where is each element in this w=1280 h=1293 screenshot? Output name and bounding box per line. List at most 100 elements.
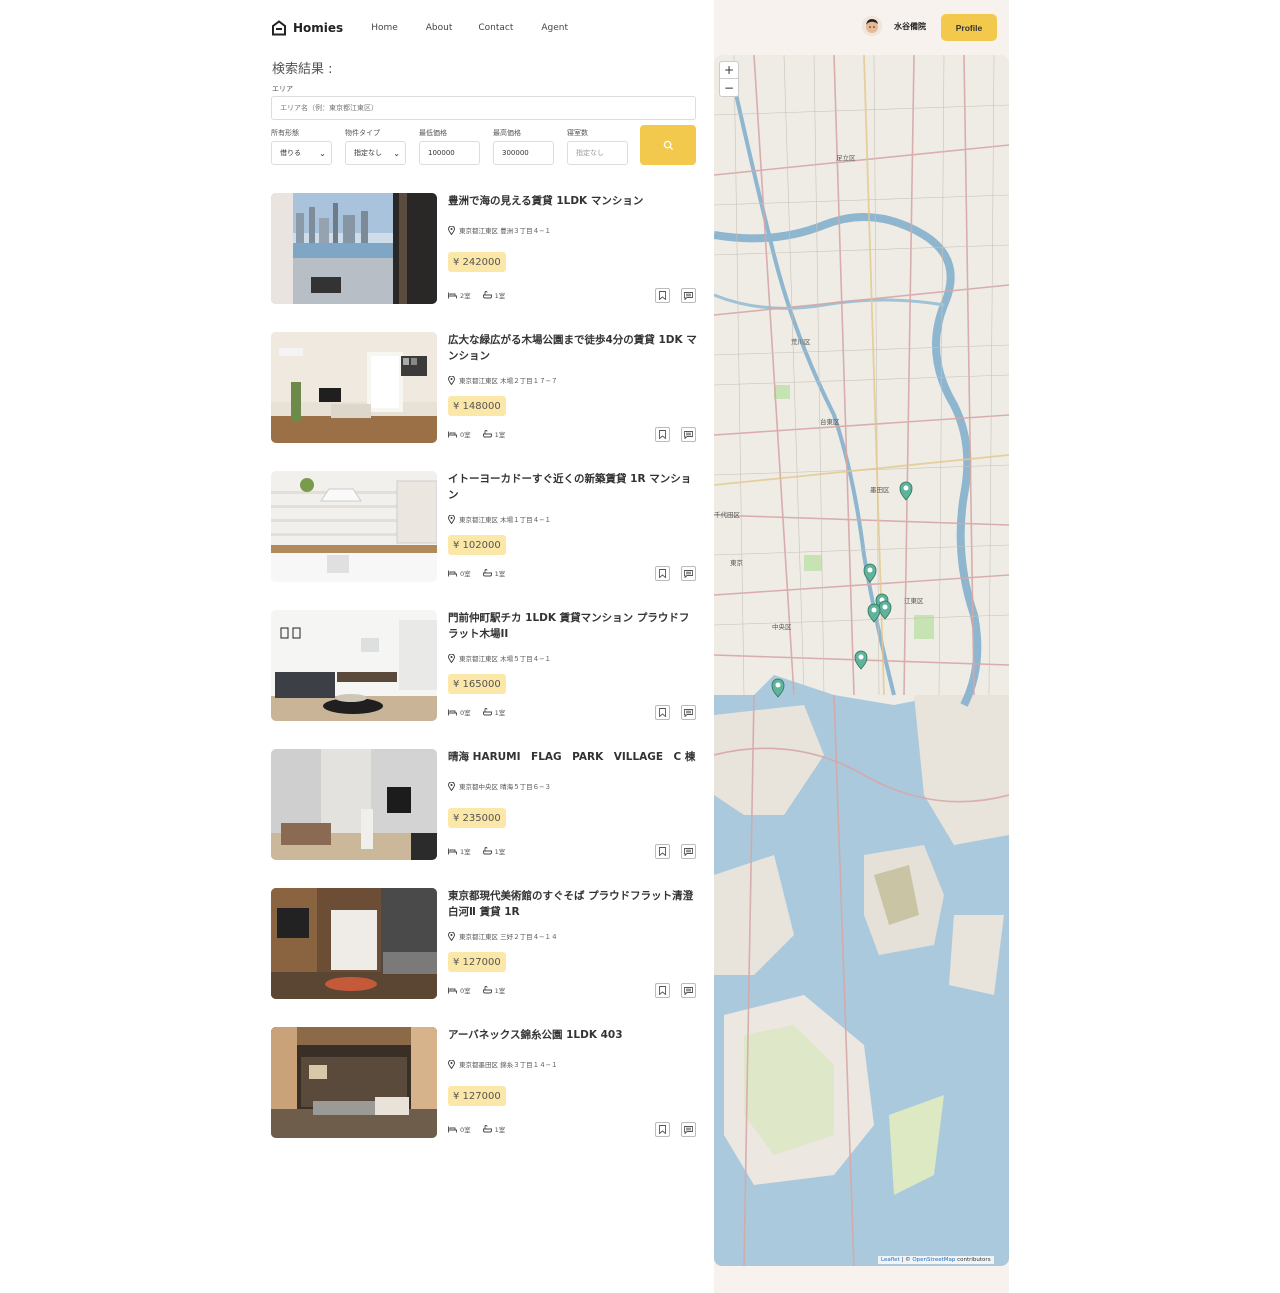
area-input[interactable] <box>271 96 696 120</box>
bed-icon <box>448 431 457 437</box>
user-info[interactable]: 水谷備院 <box>862 16 926 36</box>
listing-card[interactable]: 豊洲で海の見える賃貸 1LDK マンション 東京都江東区 豊洲３丁目４−１ ¥ … <box>271 193 696 332</box>
max-price-input[interactable]: 300000 <box>493 141 554 165</box>
ownership-filter: 所有形態 借りる ⌄ <box>271 128 332 165</box>
zoom-in-button[interactable]: + <box>720 62 738 79</box>
ownership-select[interactable]: 借りる ⌄ <box>271 141 332 165</box>
bathtub-icon <box>482 847 492 855</box>
listing-title[interactable]: イトーヨーカドーすぐ近くの新築賃貸 1R マンション <box>448 471 698 503</box>
listing-meta: 0室 1室 <box>448 429 505 439</box>
listing-card[interactable]: 門前仲町駅チカ 1LDK 賃貸マンション プラウドフラット木場II 東京都江東区… <box>271 610 696 749</box>
listing-card[interactable]: 晴海 HARUMI FLAG PARK VILLAGE C 棟 東京都中央区 晴… <box>271 749 696 888</box>
min-price-input[interactable]: 100000 <box>419 141 480 165</box>
listing-title[interactable]: アーバネックス錦糸公園 1LDK 403 <box>448 1027 698 1043</box>
bookmark-button[interactable] <box>655 1122 670 1137</box>
listing-meta: 2室 1室 <box>448 290 505 300</box>
listing-address-text: 東京都中央区 晴海５丁目６−３ <box>459 783 552 791</box>
listing-title[interactable]: 門前仲町駅チカ 1LDK 賃貸マンション プラウドフラット木場II <box>448 610 698 642</box>
listing-photo[interactable] <box>271 749 437 860</box>
listing-address: 東京都江東区 三好２丁目４−１４ <box>448 931 558 941</box>
nav-about-link[interactable]: About <box>426 23 453 33</box>
map-view[interactable]: 足立区 荒川区 台東区 墨田区 江東区 中央区 東京 千代田区 <box>714 55 1009 1266</box>
message-button[interactable] <box>681 1122 696 1137</box>
listing-price: ¥ 242000 <box>448 252 506 272</box>
listing-photo[interactable] <box>271 610 437 721</box>
bed-icon <box>448 292 457 298</box>
bookmark-button[interactable] <box>655 983 670 998</box>
message-button[interactable] <box>681 705 696 720</box>
bookmark-button[interactable] <box>655 566 670 581</box>
bathtub-icon <box>482 708 492 716</box>
bedroom-count: 0室 <box>448 568 471 578</box>
listing-title[interactable]: 豊洲で海の見える賃貸 1LDK マンション <box>448 193 698 209</box>
listing-price: ¥ 235000 <box>448 808 506 828</box>
bathroom-count-text: 1室 <box>494 987 506 995</box>
listing-photo[interactable] <box>271 332 437 443</box>
brand-name: Homies <box>293 21 344 35</box>
listing-photo[interactable] <box>271 1027 437 1138</box>
property-type-label: 物件タイプ <box>345 129 380 137</box>
listing-title[interactable]: 広大な緑広がる木場公園まで徒歩4分の賃貸 1DK マンション <box>448 332 698 364</box>
listing-actions <box>655 566 696 581</box>
listing-title[interactable]: 晴海 HARUMI FLAG PARK VILLAGE C 棟 <box>448 749 698 765</box>
bookmark-button[interactable] <box>655 844 670 859</box>
bookmark-button[interactable] <box>655 288 670 303</box>
search-button[interactable] <box>640 125 696 165</box>
chat-icon <box>684 1125 693 1134</box>
listing-address-text: 東京都江東区 三好２丁目４−１４ <box>459 933 558 941</box>
top-nav: Homies Home About Contact Agent <box>271 18 691 38</box>
bookmark-button[interactable] <box>655 705 670 720</box>
listing-title[interactable]: 東京都現代美術館のすぐそば プラウドフラット清澄白河Ⅱ 賃貸 1R <box>448 888 698 920</box>
listing-actions <box>655 288 696 303</box>
listing-photo[interactable] <box>271 471 437 582</box>
bathroom-count: 1室 <box>482 985 506 995</box>
nav-agent-link[interactable]: Agent <box>541 23 568 33</box>
listing-price: ¥ 165000 <box>448 674 506 694</box>
ownership-label: 所有形態 <box>271 129 299 137</box>
bathroom-count-text: 1室 <box>494 848 506 856</box>
listing-photo[interactable] <box>271 193 437 304</box>
chevron-down-icon: ⌄ <box>393 149 400 158</box>
min-price-label: 最低価格 <box>419 129 447 137</box>
listing-card[interactable]: 東京都現代美術館のすぐそば プラウドフラット清澄白河Ⅱ 賃貸 1R 東京都江東区… <box>271 888 696 1027</box>
message-button[interactable] <box>681 844 696 859</box>
leaflet-link[interactable]: Leaflet <box>881 1257 900 1263</box>
property-type-select[interactable]: 指定なし ⌄ <box>345 141 406 165</box>
bedroom-count: 0室 <box>448 1124 471 1134</box>
listing-price: ¥ 148000 <box>448 396 506 416</box>
listing-price: ¥ 102000 <box>448 535 506 555</box>
listing-card[interactable]: イトーヨーカドーすぐ近くの新築賃貸 1R マンション 東京都江東区 木場１丁目４… <box>271 471 696 610</box>
location-pin-icon <box>448 781 455 791</box>
listing-actions <box>655 983 696 998</box>
listing-actions <box>655 1122 696 1137</box>
nav-links: Home About Contact Agent <box>371 23 568 33</box>
bathtub-icon <box>482 1125 492 1133</box>
bed-icon <box>448 987 457 993</box>
location-pin-icon <box>448 653 455 663</box>
bookmark-button[interactable] <box>655 427 670 442</box>
bookmark-icon <box>659 708 666 717</box>
nav-home-link[interactable]: Home <box>371 23 398 33</box>
listing-card[interactable]: 広大な緑広がる木場公園まで徒歩4分の賃貸 1DK マンション 東京都江東区 木場… <box>271 332 698 471</box>
osm-link[interactable]: OpenStreetMap <box>912 1257 955 1263</box>
location-pin-icon <box>448 931 455 941</box>
bathtub-icon <box>482 291 492 299</box>
nav-contact-link[interactable]: Contact <box>478 23 513 33</box>
profile-button[interactable]: Profile <box>941 14 997 41</box>
message-button[interactable] <box>681 983 696 998</box>
bathroom-count-text: 1室 <box>494 1126 506 1134</box>
avatar[interactable] <box>862 16 882 36</box>
listing-address-text: 東京都江東区 木場５丁目４−１ <box>459 655 552 663</box>
bedroom-count-text: 1室 <box>460 848 471 856</box>
bathroom-count-text: 1室 <box>494 292 506 300</box>
bathroom-count-text: 1室 <box>494 431 506 439</box>
listing-card[interactable]: アーバネックス錦糸公園 1LDK 403 東京都墨田区 錦糸３丁目１４−１ ¥ … <box>271 1027 696 1166</box>
message-button[interactable] <box>681 288 696 303</box>
listing-photo[interactable] <box>271 888 437 999</box>
message-button[interactable] <box>681 427 696 442</box>
zoom-out-button[interactable]: − <box>720 79 738 96</box>
message-button[interactable] <box>681 566 696 581</box>
bathroom-count: 1室 <box>482 290 506 300</box>
brand-logo[interactable]: Homies <box>271 20 343 36</box>
bedrooms-input[interactable]: 指定なし <box>567 141 628 165</box>
